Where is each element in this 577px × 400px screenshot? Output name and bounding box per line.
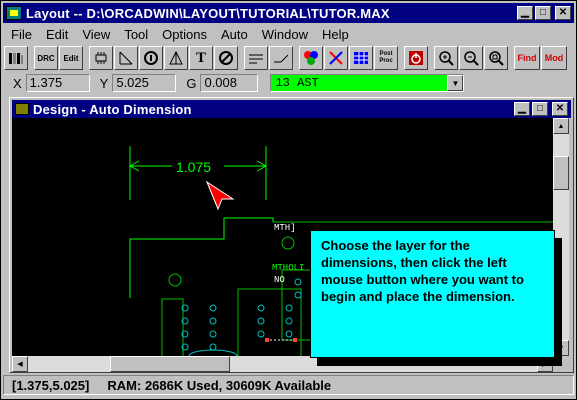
zoom-all-icon [489, 51, 504, 66]
close-button[interactable]: ✕ [555, 6, 571, 20]
edit-label: Edit [63, 53, 79, 63]
reconnect-button[interactable] [324, 46, 348, 70]
mod-button[interactable]: Mod [541, 46, 567, 70]
design-maximize-button[interactable]: □ [532, 102, 548, 116]
toolbar: DRC Edit T Post Proc Find Mod [3, 44, 574, 72]
component-button[interactable] [89, 46, 113, 70]
status-bar: [1.375,5.025] RAM: 2686K Used, 30609K Av… [3, 375, 574, 395]
drc-label: DRC [37, 53, 55, 63]
close-icon: ✕ [558, 7, 568, 18]
pcb-label-mth: MTH] [274, 223, 296, 233]
title-bar[interactable]: Layout -- D:\ORCADWIN\LAYOUT\TUTORIAL\TU… [3, 3, 574, 23]
menu-file[interactable]: File [3, 27, 38, 42]
zoom-in-button[interactable] [434, 46, 458, 70]
obstacle-icon [169, 50, 183, 65]
error-icon [219, 51, 233, 65]
post-process-button[interactable]: Post Proc [374, 46, 398, 70]
obstacle-button[interactable] [164, 46, 188, 70]
grid-field: 0.008 [200, 74, 259, 92]
power-button[interactable] [404, 46, 428, 70]
menu-window[interactable]: Window [254, 27, 314, 42]
library-icon [9, 53, 23, 64]
track-icon [274, 54, 289, 63]
close-icon: ✕ [555, 103, 565, 114]
menu-options[interactable]: Options [154, 27, 213, 42]
vertical-scroll-thumb[interactable] [553, 156, 569, 190]
pad-array [181, 278, 302, 351]
design-title-bar[interactable]: Design - Auto Dimension ▁ □ ✕ [12, 100, 571, 118]
scroll-up-icon[interactable]: ▲ [553, 118, 569, 134]
zoom-all-button[interactable] [484, 46, 508, 70]
menu-bar: File Edit View Tool Options Auto Window … [3, 25, 574, 43]
segment-icon [249, 54, 263, 64]
text-icon: T [195, 49, 206, 66]
window-title: Layout -- D:\ORCADWIN\LAYOUT\TUTORIAL\TU… [26, 5, 390, 21]
minimize-icon: ▁ [521, 7, 529, 18]
edit-segment-button[interactable] [244, 46, 268, 70]
menu-tool[interactable]: Tool [116, 27, 154, 42]
x-coordinate-field: 1.375 [25, 74, 90, 92]
spreadsheet-icon [354, 52, 368, 64]
reconnect-icon [329, 51, 343, 65]
find-button[interactable]: Find [514, 46, 540, 70]
maximize-icon: □ [539, 7, 547, 18]
color-icon [304, 51, 318, 65]
layer-value[interactable]: 13 AST [271, 75, 448, 91]
board-outline [129, 217, 274, 298]
text-button[interactable]: T [189, 46, 213, 70]
zoom-in-icon [439, 51, 454, 66]
power-icon [409, 51, 423, 65]
drc-button[interactable]: DRC [34, 46, 58, 70]
connection-button[interactable] [114, 46, 138, 70]
mouse-cursor-icon [205, 180, 235, 211]
menu-view[interactable]: View [74, 27, 116, 42]
coordinate-bar: X 1.375 Y 5.025 G 0.008 13 AST ▼ [3, 72, 574, 94]
maximize-button[interactable]: □ [535, 6, 551, 20]
pin-icon [144, 51, 158, 65]
spreadsheet-button[interactable] [349, 46, 373, 70]
y-coordinate-field: 5.025 [112, 74, 177, 92]
x-label: X [13, 75, 22, 91]
app-icon[interactable] [6, 6, 22, 20]
horizontal-scroll-thumb[interactable] [110, 356, 230, 372]
grid-label: G [186, 75, 197, 91]
tutorial-callout: Choose the layer for the dimensions, the… [310, 230, 555, 358]
post-process-label: Post Proc [379, 51, 393, 64]
design-close-button[interactable]: ✕ [552, 102, 568, 116]
pcb-label-no: NO [274, 275, 285, 285]
design-minimize-button[interactable]: ▁ [514, 102, 530, 116]
connection-icon [119, 51, 133, 65]
minimize-button[interactable]: ▁ [517, 6, 533, 20]
status-text: [1.375,5.025] RAM: 2686K Used, 30609K Av… [12, 377, 332, 393]
scroll-left-icon[interactable]: ◀ [12, 356, 28, 372]
zoom-out-icon [464, 51, 479, 66]
zoom-out-button[interactable] [459, 46, 483, 70]
mod-label: Mod [544, 53, 564, 63]
error-button[interactable] [214, 46, 238, 70]
design-icon[interactable] [15, 103, 29, 115]
add-track-button[interactable] [269, 46, 293, 70]
menu-edit[interactable]: Edit [38, 27, 74, 42]
maximize-icon: □ [536, 103, 544, 114]
dimension-value: 1.075 [176, 159, 211, 175]
pin-button[interactable] [139, 46, 163, 70]
main-window: Layout -- D:\ORCADWIN\LAYOUT\TUTORIAL\TU… [0, 0, 577, 400]
menu-help[interactable]: Help [314, 27, 355, 42]
pcb-label-mtholi: MTHOLI [272, 263, 304, 273]
find-label: Find [517, 53, 537, 63]
design-window-title: Design - Auto Dimension [33, 101, 192, 117]
y-label: Y [99, 75, 109, 91]
callout-text: Choose the layer for the dimensions, the… [321, 238, 524, 304]
color-button[interactable] [299, 46, 323, 70]
component-icon [95, 52, 107, 64]
library-button[interactable] [4, 46, 28, 70]
layer-dropdown[interactable]: 13 AST ▼ [270, 74, 465, 92]
menu-auto[interactable]: Auto [213, 27, 254, 42]
dropdown-arrow-icon[interactable]: ▼ [447, 75, 464, 91]
edit-button[interactable]: Edit [59, 46, 83, 70]
minimize-icon: ▁ [518, 103, 526, 114]
